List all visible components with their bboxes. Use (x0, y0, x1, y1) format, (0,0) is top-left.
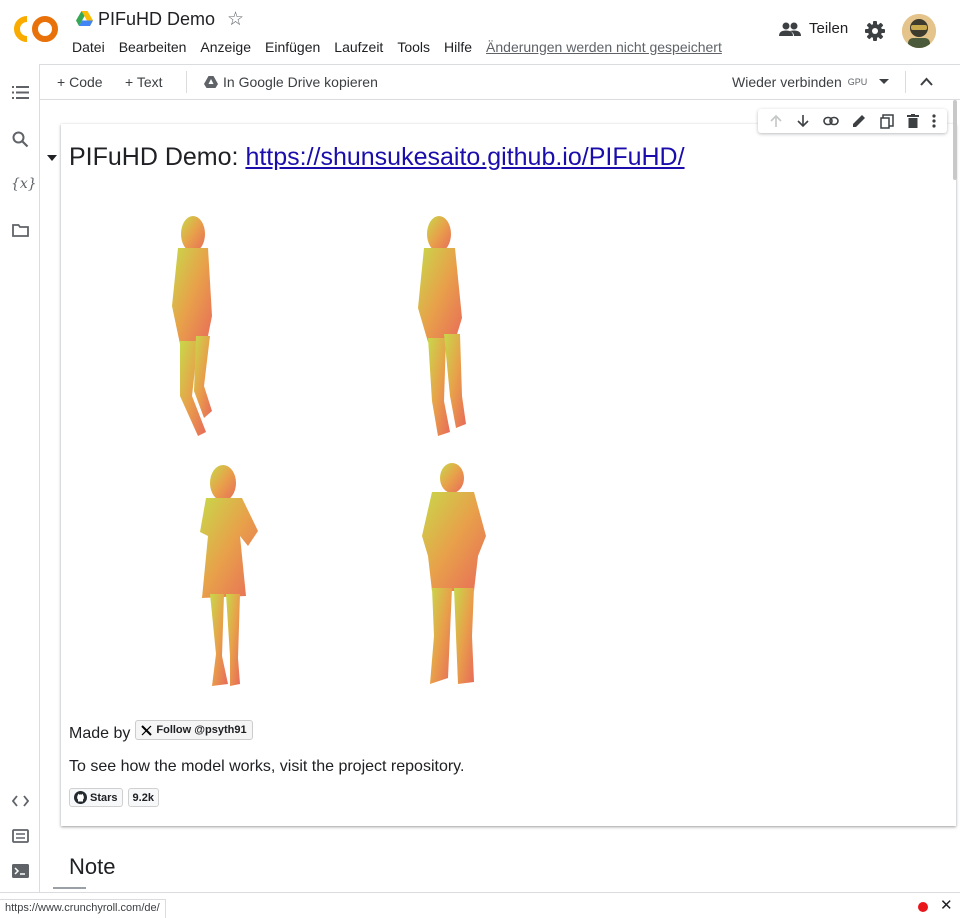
cell-heading: PIFuHD Demo: https://shunsukesaito.githu… (69, 143, 685, 172)
chevron-up-icon[interactable] (920, 77, 933, 86)
menu-laufzeit[interactable]: Laufzeit (334, 39, 383, 55)
twitter-follow-button[interactable]: Follow @psyth91 (135, 720, 253, 740)
status-url: https://www.crunchyroll.com/de/ (0, 899, 166, 918)
menu-datei[interactable]: Datei (72, 39, 105, 55)
cell-divider (53, 887, 86, 889)
folder-icon[interactable] (12, 224, 29, 237)
note-heading: Note (69, 854, 116, 879)
stars-label: Stars (90, 791, 118, 804)
status-bar: https://www.crunchyroll.com/de/ ✕ (0, 892, 960, 918)
runtime-badge: GPU (847, 77, 868, 87)
share-label: Teilen (809, 20, 849, 37)
colab-logo[interactable] (14, 14, 58, 44)
made-by-label: Made by (69, 725, 131, 742)
mirror-cell-icon[interactable] (880, 113, 894, 129)
follow-label: Follow @psyth91 (156, 724, 247, 736)
toc-icon[interactable] (12, 86, 29, 99)
people-icon (779, 22, 801, 36)
link-icon[interactable] (823, 116, 840, 126)
recording-indicator-icon[interactable] (918, 902, 928, 912)
more-options-icon[interactable] (932, 114, 936, 128)
project-link[interactable]: https://shunsukesaito.github.io/PIFuHD/ (245, 143, 684, 171)
add-code-button[interactable]: + Code (57, 74, 103, 90)
share-button[interactable]: Teilen (779, 20, 848, 37)
scrollbar[interactable] (953, 100, 957, 180)
gear-icon[interactable] (864, 20, 886, 42)
visit-repository-text: To see how the model works, visit the pr… (69, 758, 465, 775)
drive-outline-icon (204, 76, 218, 88)
move-up-icon[interactable] (769, 114, 783, 128)
menu-hilfe[interactable]: Hilfe (444, 39, 472, 55)
chevron-down-icon[interactable] (879, 79, 890, 85)
stars-count[interactable]: 9.2k (127, 788, 159, 807)
code-snippets-icon[interactable] (12, 795, 29, 807)
menu-bar: Datei Bearbeiten Anzeige Einfügen Laufze… (72, 39, 736, 55)
x-logo-icon (141, 724, 153, 736)
github-icon (74, 791, 87, 804)
delete-icon[interactable] (907, 114, 920, 128)
notebook-toolbar: + Code + Text In Google Drive kopieren W… (40, 64, 960, 100)
reconnect-label: Wieder verbinden (732, 74, 842, 90)
figure-woman-side (172, 216, 212, 436)
copy-to-drive-button[interactable]: In Google Drive kopieren (204, 74, 378, 90)
cell-toolbar (758, 109, 947, 133)
pifuhd-result-images (172, 216, 486, 686)
reconnect-button[interactable]: Wieder verbinden GPU (732, 74, 890, 90)
figure-man-standing (422, 463, 486, 684)
collapse-section-icon[interactable] (47, 155, 57, 161)
avatar-image (902, 14, 936, 48)
menu-anzeige[interactable]: Anzeige (200, 39, 251, 55)
figure-woman-walking (418, 216, 466, 436)
star-icon[interactable]: ☆ (227, 8, 244, 31)
notebook-title[interactable]: PIFuHD Demo (98, 9, 215, 30)
copy-to-drive-label: In Google Drive kopieren (223, 74, 378, 90)
menu-tools[interactable]: Tools (397, 39, 430, 55)
unsaved-changes-link[interactable]: Änderungen werden nicht gespeichert (486, 39, 722, 55)
left-sidebar: {x} (0, 64, 40, 892)
variables-icon[interactable]: {x} (11, 176, 37, 192)
move-down-icon[interactable] (796, 114, 810, 128)
add-text-button[interactable]: + Text (125, 74, 163, 90)
menu-bearbeiten[interactable]: Bearbeiten (119, 39, 187, 55)
close-icon[interactable]: ✕ (940, 896, 953, 914)
toolbar-divider (905, 71, 906, 93)
drive-icon[interactable] (76, 11, 93, 26)
stars-badge[interactable]: Stars (69, 788, 123, 807)
command-palette-icon[interactable] (12, 829, 29, 843)
search-icon[interactable] (12, 131, 29, 148)
add-code-label: Code (69, 74, 103, 90)
github-stars-badge[interactable]: Stars 9.2k (69, 788, 164, 807)
menu-einfuegen[interactable]: Einfügen (265, 39, 320, 55)
edit-icon[interactable] (852, 114, 866, 128)
heading-text: PIFuHD Demo: (69, 143, 246, 171)
figure-woman-dress (200, 465, 258, 686)
toolbar-divider (186, 71, 187, 93)
made-by-line: Made by Follow @psyth91 (69, 720, 253, 744)
avatar[interactable] (902, 14, 936, 48)
header: PIFuHD Demo ☆ Datei Bearbeiten Anzeige E… (0, 0, 960, 64)
terminal-icon[interactable] (12, 864, 29, 878)
add-text-label: Text (136, 74, 163, 90)
